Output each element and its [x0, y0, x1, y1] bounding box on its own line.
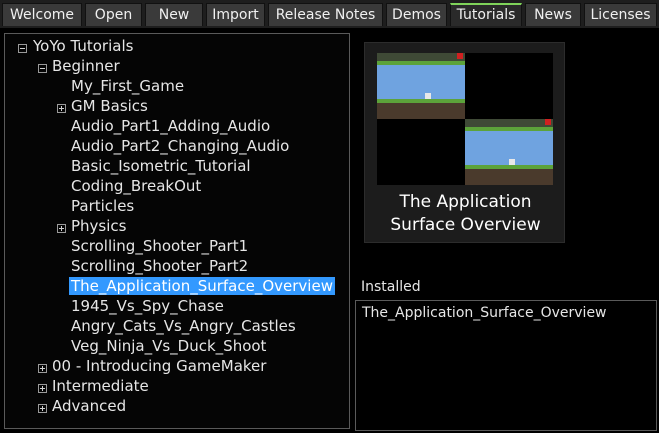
tree-folder-gm-basics[interactable]: GM Basics	[69, 96, 150, 116]
tutorial-thumbnail	[377, 53, 553, 185]
tree-item[interactable]: Angry_Cats_Vs_Angry_Castles	[69, 316, 298, 336]
tree-item[interactable]: My_First_Game	[69, 76, 186, 96]
tree-folder-beginner[interactable]: Beginner	[50, 56, 122, 76]
tab-demos[interactable]: Demos	[386, 3, 447, 26]
tree-folder-introducing[interactable]: 00 - Introducing GameMaker	[50, 356, 268, 376]
installed-label: Installed	[361, 279, 421, 295]
expand-introducing-icon[interactable]	[38, 364, 47, 373]
collapse-root-icon[interactable]	[18, 44, 27, 53]
tree-item[interactable]: Scrolling_Shooter_Part1	[69, 236, 250, 256]
tab-welcome[interactable]: Welcome	[2, 3, 82, 26]
expand-intermediate-icon[interactable]	[38, 384, 47, 393]
installed-item[interactable]: The_Application_Surface_Overview	[362, 305, 607, 321]
tutorial-preview-card[interactable]: The Application Surface Overview	[364, 42, 565, 243]
expand-advanced-icon[interactable]	[38, 404, 47, 413]
tree-item[interactable]: Basic_Isometric_Tutorial	[69, 156, 253, 176]
tree-folder-advanced[interactable]: Advanced	[50, 396, 128, 416]
tree-item[interactable]: Audio_Part2_Changing_Audio	[69, 136, 291, 156]
expand-physics-icon[interactable]	[57, 224, 66, 233]
tab-tutorials[interactable]: Tutorials	[450, 3, 522, 26]
tree-item[interactable]: Scrolling_Shooter_Part2	[69, 256, 250, 276]
tree-item[interactable]: Veg_Ninja_Vs_Duck_Shoot	[69, 336, 268, 356]
tree-item[interactable]: Coding_BreakOut	[69, 176, 203, 196]
tab-release-notes[interactable]: Release Notes	[268, 3, 383, 26]
tree-root[interactable]: YoYo Tutorials	[31, 36, 135, 56]
tree-item[interactable]: Audio_Part1_Adding_Audio	[69, 116, 272, 136]
tree-folder-physics[interactable]: Physics	[69, 216, 128, 236]
tab-news[interactable]: News	[525, 3, 581, 26]
installed-list[interactable]: The_Application_Surface_Overview	[355, 300, 657, 431]
tab-bar: Welcome Open New Import Release Notes De…	[0, 0, 659, 28]
tab-import[interactable]: Import	[206, 3, 265, 26]
tree-item[interactable]: 1945_Vs_Spy_Chase	[69, 296, 226, 316]
tree-item[interactable]: Particles	[69, 196, 136, 216]
tutorial-tree[interactable]: YoYo Tutorials Beginner My_First_Game GM…	[4, 33, 350, 429]
tree-folder-intermediate[interactable]: Intermediate	[50, 376, 151, 396]
tab-new[interactable]: New	[145, 3, 203, 26]
tutorial-title: The Application Surface Overview	[390, 192, 541, 235]
tab-licenses[interactable]: Licenses	[584, 3, 657, 26]
collapse-beginner-icon[interactable]	[38, 64, 47, 73]
tab-open[interactable]: Open	[85, 3, 142, 26]
expand-gm-basics-icon[interactable]	[57, 104, 66, 113]
tree-item-selected[interactable]: The_Application_Surface_Overview	[69, 276, 335, 296]
